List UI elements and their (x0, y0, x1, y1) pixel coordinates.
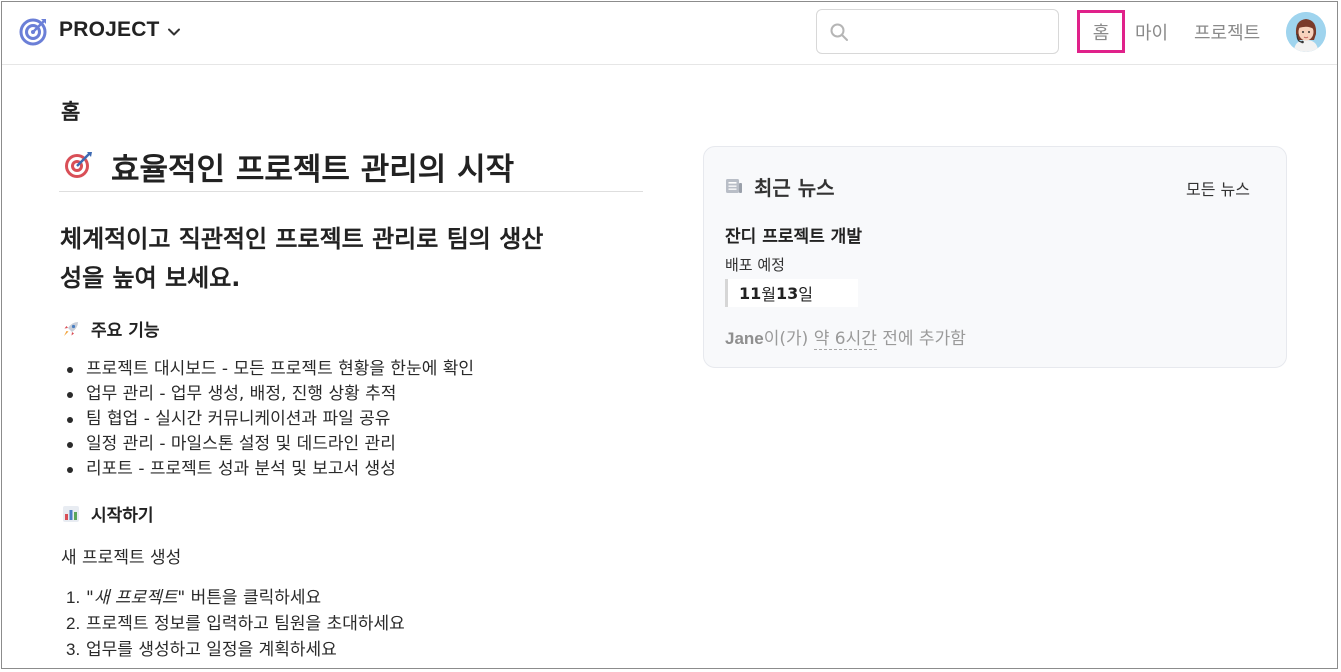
bar-chart-icon (63, 505, 79, 522)
news-meta-mid: 이(가) (763, 329, 814, 349)
start-heading: 시작하기 (61, 501, 154, 526)
list-item: 일정 관리 - 마일스톤 설정 및 데드라인 관리 (66, 432, 474, 457)
month-unit: 월 (761, 285, 776, 304)
news-item-title[interactable]: 잔디 프로젝트 개발 (725, 222, 862, 247)
search-input[interactable] (857, 16, 1052, 48)
dart-target-icon (65, 152, 92, 178)
news-meta: Jane이(가) 약 6시간 전에 추가함 (725, 324, 966, 350)
subtitle: 체계적이고 직관적인 프로젝트 관리로 팀의 생산 성을 높여 보세요. (60, 220, 650, 298)
day-unit: 일 (798, 285, 813, 304)
subtitle-line-2: 성을 높여 보세요. (60, 264, 241, 292)
month-number: 11 (739, 283, 762, 303)
app-window: PROJECT 홈 마이 프로젝트 홈 효율적인 프로젝트 관리의 시작 체계적… (1, 1, 1338, 669)
list-item: 3. 업무를 생성하고 일정을 계획하세요 (66, 637, 405, 663)
page-title: 홈 (61, 100, 81, 124)
step-text: 버튼을 클릭하세요 (185, 588, 322, 608)
start-paragraph: 새 프로젝트 생성 (61, 548, 182, 568)
features-heading-text: 주요 기능 (91, 321, 160, 341)
search-box[interactable] (816, 9, 1059, 54)
rocket-icon (64, 321, 78, 336)
list-item: 프로젝트 대시보드 - 모든 프로젝트 현황을 한눈에 확인 (66, 357, 474, 382)
features-heading: 주요 기능 (61, 316, 159, 341)
step-number: 1. (66, 588, 81, 607)
step-text: 업무를 생성하고 일정을 계획하세요 (86, 640, 337, 660)
step-text: 프로젝트 정보를 입력하고 팀원을 초대하세요 (86, 614, 405, 634)
step-number: 2. (66, 614, 81, 633)
target-logo-icon[interactable] (18, 16, 48, 46)
user-avatar[interactable] (1286, 12, 1326, 52)
search-icon (830, 23, 848, 41)
top-header: PROJECT 홈 마이 프로젝트 (2, 2, 1337, 65)
news-date-quote: 11 월 13 일 (725, 279, 858, 307)
news-meta-end: 전에 추가함 (876, 329, 966, 349)
chevron-down-icon[interactable] (166, 24, 182, 40)
list-item: 1. "새 프로젝트" 버튼을 클릭하세요 (66, 585, 405, 611)
steps-list: 1. "새 프로젝트" 버튼을 클릭하세요 2. 프로젝트 정보를 입력하고 팀원을… (66, 585, 405, 663)
nav-my[interactable]: 마이 (1135, 19, 1168, 45)
recent-news-card: 최근 뉴스 모든 뉴스 잔디 프로젝트 개발 배포 예정 11 월 13 일 Jan… (703, 146, 1287, 368)
subtitle-line-1: 체계적이고 직관적인 프로젝트 관리로 팀의 생산 (60, 225, 544, 253)
news-timestamp: 약 6시간 (813, 329, 877, 350)
hero-heading: 효율적인 프로젝트 관리의 시작 (59, 144, 643, 192)
news-title: 최근 뉴스 (754, 176, 835, 200)
list-item: 2. 프로젝트 정보를 입력하고 팀원을 초대하세요 (66, 611, 405, 637)
news-item-subtitle: 배포 예정 (725, 256, 785, 274)
list-item: 리포트 - 프로젝트 성과 분석 및 보고서 생성 (66, 457, 474, 482)
list-item: 팀 협업 - 실시간 커뮤니케이션과 파일 공유 (66, 407, 474, 432)
list-item: 업무 관리 - 업무 생성, 배정, 진행 상황 추적 (66, 382, 474, 407)
step-number: 3. (66, 640, 81, 659)
news-author[interactable]: Jane (725, 329, 764, 348)
start-heading-text: 시작하기 (91, 506, 154, 526)
nav-project[interactable]: 프로젝트 (1194, 19, 1260, 45)
brand-name[interactable]: PROJECT (59, 18, 160, 42)
day-number: 13 (776, 283, 799, 303)
hero-text: 효율적인 프로젝트 관리의 시작 (111, 152, 515, 188)
newspaper-icon (726, 179, 742, 193)
all-news-link[interactable]: 모든 뉴스 (1186, 176, 1250, 200)
step-emphasis: "새 프로젝트" (86, 588, 186, 608)
features-list: 프로젝트 대시보드 - 모든 프로젝트 현황을 한눈에 확인 업무 관리 - 업… (66, 357, 474, 482)
nav-home[interactable]: 홈 (1077, 10, 1125, 53)
